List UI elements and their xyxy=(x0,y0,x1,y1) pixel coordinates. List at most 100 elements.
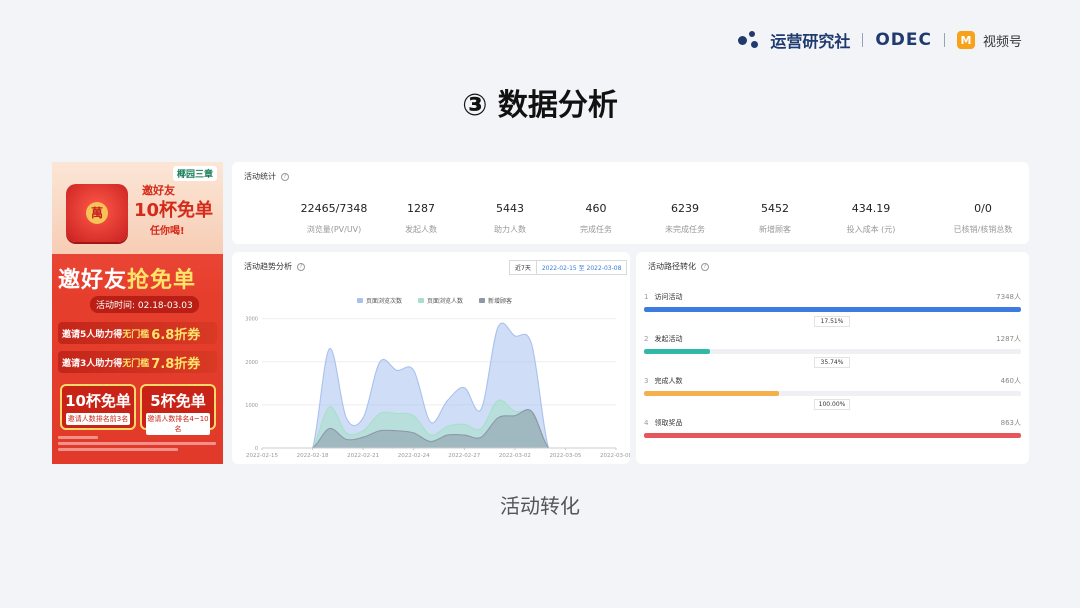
funnel-step-name: 发起活动 xyxy=(654,335,683,343)
brand-logo-icon xyxy=(738,31,762,49)
funnel-step-count: 460人 xyxy=(1000,377,1021,385)
funnel-step-count: 7348人 xyxy=(996,293,1021,301)
trend-area-chart: 0 1000 2000 3000 2022-02-15 2022-02-18 2022-02… xyxy=(245,317,630,459)
funnel-step-name-wrap: 3 完成人数 xyxy=(644,376,682,386)
funnel-step: 3 完成人数 460人 xyxy=(644,376,1021,396)
brand-divider xyxy=(943,33,945,47)
stat-value: 0/0 xyxy=(974,202,992,215)
poster-logo: 椰园三章 xyxy=(172,166,217,181)
funnel-step-name: 领取奖品 xyxy=(654,419,683,427)
poster-free-text: 10杯免单 xyxy=(134,200,214,221)
stat-value: 5452 xyxy=(761,202,789,215)
funnel-bar-track xyxy=(644,307,1021,312)
y-tick-label: 1000 xyxy=(245,403,258,409)
stat-label: 发起人数 xyxy=(405,225,437,234)
funnel-header: 活动路径转化 ? xyxy=(648,261,709,272)
poster-deal-2: 邀请3人助力得 无门槛 7.8折券 xyxy=(58,351,217,373)
stat-value: 5443 xyxy=(496,202,524,215)
x-tick-label: 2022-02-18 xyxy=(297,453,329,459)
prize-1-sub: 邀请人数排名前3名 xyxy=(66,413,130,425)
funnel-step-index: 1 xyxy=(644,293,649,301)
funnel-bar-track xyxy=(644,391,1021,396)
stat-label: 浏览量(PV/UV) xyxy=(306,225,362,234)
poster-headline-b: 抢免单 xyxy=(127,268,197,293)
conversion-rate-badge: 17.51% xyxy=(814,316,850,327)
stat-item: 0/0 已核销/核销总数 xyxy=(933,202,1033,235)
activity-stats-card: 活动统计 ? 22465/7348 浏览量(PV/UV) 1287 发起人数 5443 助… xyxy=(232,162,1029,244)
y-tick-label: 3000 xyxy=(245,317,258,323)
conversion-funnel-card: 活动路径转化 ? 1 访问活动 7348人 2 发起活动 1287人 3 完成人数 460人 4 领… xyxy=(636,252,1029,464)
funnel-step-label-row: 3 完成人数 460人 xyxy=(644,376,1021,386)
channel-icon: M xyxy=(956,31,975,49)
help-icon[interactable]: ? xyxy=(701,262,709,271)
funnel-step-index: 3 xyxy=(644,377,649,385)
prize-1-title: 10杯免单 xyxy=(65,392,131,410)
prize-2-sub: 邀请人数排名4~10名 xyxy=(146,413,210,435)
poster-prize-card-1: 10杯免单 邀请人数排名前3名 xyxy=(60,384,136,430)
gift-bag-icon xyxy=(66,184,128,242)
stat-label: 投入成本 (元) xyxy=(846,225,896,234)
stat-label: 助力人数 xyxy=(494,225,526,234)
poster-rules xyxy=(58,436,216,460)
deal-1-em: 6.8折券 xyxy=(151,327,201,343)
channel-label: 视频号 xyxy=(982,34,1022,50)
x-tick-label: 2022-02-21 xyxy=(347,453,379,459)
funnel-bar-track xyxy=(644,433,1021,438)
stat-label: 未完成任务 xyxy=(665,225,705,234)
campaign-poster: 椰园三章 邀好友 10杯免单 任你喝! 邀好友抢免单 活动时间: 02.18-0… xyxy=(52,162,223,464)
poster-prize-card-2: 5杯免单 邀请人数排名4~10名 xyxy=(140,384,216,435)
slide-caption: 活动转化 xyxy=(500,494,580,518)
deal-2-prefix: 邀请3人助力得 xyxy=(62,358,123,369)
brand-divider xyxy=(862,33,864,47)
poster-headline-a: 邀好友 xyxy=(58,268,128,293)
x-tick-label: 2022-02-24 xyxy=(398,453,430,459)
stats-header: 活动统计 ? xyxy=(244,171,289,182)
stat-item: 5452 新增顾客 xyxy=(725,202,825,235)
funnel-step-count: 1287人 xyxy=(996,335,1021,343)
x-tick-label: 2022-02-15 xyxy=(246,453,278,459)
x-tick-label: 2022-03-02 xyxy=(499,453,531,459)
x-tick-label: 2022-03-08 xyxy=(600,453,630,459)
stat-value: 1287 xyxy=(407,202,435,215)
funnel-title: 活动路径转化 xyxy=(648,262,696,271)
partner-logo: ODEC xyxy=(875,30,932,50)
funnel-bar-fill xyxy=(644,307,1021,312)
poster-take-text: 任你喝! xyxy=(150,226,185,237)
conversion-rate-badge: 35.74% xyxy=(814,357,850,368)
x-tick-label: 2022-03-05 xyxy=(549,453,581,459)
funnel-step-name: 完成人数 xyxy=(654,377,683,385)
funnel-bar-track xyxy=(644,349,1021,354)
stat-label: 已核销/核销总数 xyxy=(953,225,1013,234)
funnel-bar-fill xyxy=(644,349,710,354)
funnel-step-count: 863人 xyxy=(1000,419,1021,427)
deal-2-em: 7.8折券 xyxy=(151,356,201,372)
series-area-1 xyxy=(262,323,616,448)
deal-2-mid: 无门槛 xyxy=(122,358,150,369)
funnel-step-name-wrap: 2 发起活动 xyxy=(644,334,682,344)
brand-name: 运营研究社 xyxy=(770,32,851,51)
conversion-rate-badge: 100.00% xyxy=(814,399,850,410)
brand-header: 运营研究社 ODEC M 视频号 xyxy=(738,28,1022,52)
help-icon[interactable]: ? xyxy=(281,172,289,181)
funnel-step-name-wrap: 4 领取奖品 xyxy=(644,418,682,428)
stat-value: 6239 xyxy=(671,202,699,215)
funnel-bar-fill xyxy=(644,391,779,396)
stat-item: 22465/7348 浏览量(PV/UV) xyxy=(284,202,384,235)
y-tick-label: 0 xyxy=(255,446,258,452)
funnel-step-label-row: 2 发起活动 1287人 xyxy=(644,334,1021,344)
funnel-step-index: 4 xyxy=(644,419,649,427)
stat-value: 22465/7348 xyxy=(300,202,368,215)
page-title: ③ 数据分析 xyxy=(462,88,618,123)
funnel-step: 1 访问活动 7348人 xyxy=(644,292,1021,312)
funnel-bar-fill xyxy=(644,433,1021,438)
stat-item: 1287 发起人数 xyxy=(371,202,471,235)
funnel-step-index: 2 xyxy=(644,335,649,343)
funnel-step: 2 发起活动 1287人 xyxy=(644,334,1021,354)
x-tick-label: 2022-02-27 xyxy=(448,453,480,459)
deal-1-mid: 无门槛 xyxy=(122,329,150,340)
stat-item: 460 完成任务 xyxy=(546,202,646,235)
stat-item: 434.19 投入成本 (元) xyxy=(821,202,921,235)
stat-item: 6239 未完成任务 xyxy=(635,202,735,235)
poster-deal-1: 邀请5人助力得 无门槛 6.8折券 xyxy=(58,322,217,344)
deal-1-prefix: 邀请5人助力得 xyxy=(62,329,123,340)
